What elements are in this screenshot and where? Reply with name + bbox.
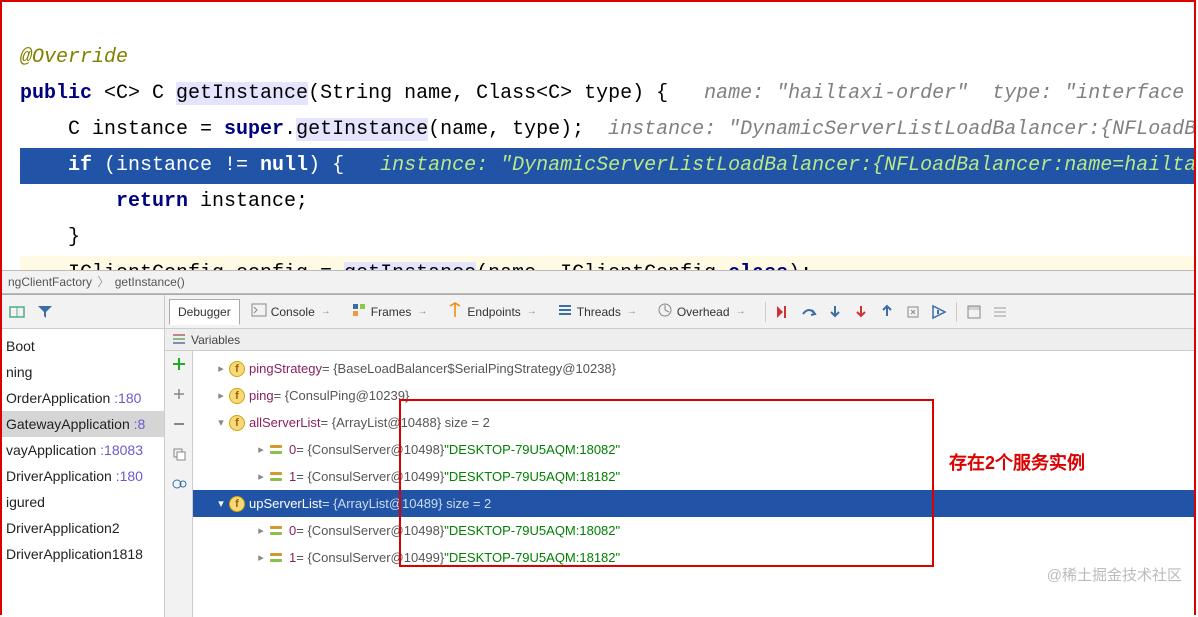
collapse-arrow-icon[interactable]: ▾ — [213, 415, 229, 431]
tab-threads[interactable]: Threads→ — [548, 299, 646, 325]
expand-arrow-icon[interactable]: ▸ — [253, 523, 269, 539]
show-execution-icon[interactable] — [774, 303, 792, 321]
variables-tree[interactable]: ▸ f pingStrategy = {BaseLoadBalancer$Ser… — [193, 351, 1194, 617]
frame-item[interactable]: DriverApplication2 — [2, 515, 164, 541]
watermark: @稀土掘金技术社区 — [1047, 564, 1182, 585]
frame-item[interactable]: igured — [2, 489, 164, 515]
tab-debugger[interactable]: Debugger — [169, 299, 240, 325]
debug-toolbar — [765, 302, 1009, 322]
variable-row[interactable]: ▾ f allServerList = {ArrayList@10488} si… — [193, 409, 1194, 436]
endpoints-icon — [447, 302, 463, 321]
tab-endpoints[interactable]: Endpoints→ — [438, 299, 545, 325]
evaluate-icon[interactable] — [965, 303, 983, 321]
debug-tabs: Debugger Console→ Frames→ Endpoints→ Thr… — [165, 295, 1194, 329]
frame-item[interactable]: Boot — [2, 333, 164, 359]
frames-toolbar — [2, 295, 164, 329]
new-watch-icon[interactable] — [170, 385, 188, 403]
console-icon — [251, 302, 267, 321]
collapse-arrow-icon[interactable]: ▾ — [213, 496, 229, 512]
breadcrumb-item[interactable]: ngClientFactory — [8, 275, 92, 289]
pin-icon: → — [321, 306, 331, 317]
pin-icon: → — [527, 306, 537, 317]
add-watch-icon[interactable] — [170, 355, 188, 373]
variable-row[interactable]: ▸ f ping = {ConsulPing@10239} — [193, 382, 1194, 409]
trace-icon[interactable] — [991, 303, 1009, 321]
pin-icon: → — [627, 306, 637, 317]
element-icon — [269, 551, 285, 565]
element-icon — [269, 443, 285, 457]
force-step-into-icon[interactable] — [852, 303, 870, 321]
variable-row[interactable]: ▸ 0 = {ConsulServer@10498} "DESKTOP-79U5… — [193, 517, 1194, 544]
debug-panel: Boot ning OrderApplication :180 GatewayA… — [2, 294, 1194, 617]
frames-pane: Boot ning OrderApplication :180 GatewayA… — [2, 295, 165, 617]
expand-arrow-icon[interactable]: ▸ — [253, 469, 269, 485]
frames-list[interactable]: Boot ning OrderApplication :180 GatewayA… — [2, 329, 164, 571]
layout-icon[interactable] — [8, 303, 26, 321]
frame-item[interactable]: OrderApplication :180 — [2, 385, 164, 411]
debug-current-line: if (instance != null) { instance: "Dynam… — [20, 148, 1194, 184]
variables-header: Variables — [165, 329, 1194, 351]
frame-item[interactable]: vayApplication :18083 — [2, 437, 164, 463]
annotation-override: @Override — [20, 46, 128, 69]
field-icon: f — [229, 361, 245, 377]
overhead-icon — [657, 302, 673, 321]
frames-icon — [351, 302, 367, 321]
expand-arrow-icon[interactable]: ▸ — [213, 361, 229, 377]
variable-icon — [171, 330, 187, 349]
variable-row[interactable]: ▸ f pingStrategy = {BaseLoadBalancer$Ser… — [193, 355, 1194, 382]
element-icon — [269, 470, 285, 484]
field-icon: f — [229, 415, 245, 431]
field-icon: f — [229, 496, 245, 512]
tab-overhead[interactable]: Overhead→ — [648, 299, 755, 325]
expand-arrow-icon[interactable]: ▸ — [253, 550, 269, 566]
separator — [956, 302, 957, 322]
annotation-label: 存在2个服务实例 — [949, 449, 1085, 475]
expand-arrow-icon[interactable]: ▸ — [213, 388, 229, 404]
breadcrumb-item[interactable]: getInstance() — [115, 275, 185, 289]
drop-frame-icon[interactable] — [904, 303, 922, 321]
frame-item[interactable]: DriverApplication :180 — [2, 463, 164, 489]
tab-console[interactable]: Console→ — [242, 299, 340, 325]
step-into-icon[interactable] — [826, 303, 844, 321]
step-over-icon[interactable] — [800, 303, 818, 321]
frame-item[interactable]: ning — [2, 359, 164, 385]
variables-body: ▸ f pingStrategy = {BaseLoadBalancer$Ser… — [165, 351, 1194, 617]
step-out-icon[interactable] — [878, 303, 896, 321]
outer-red-frame: @Override public <C> C getInstance(Strin… — [0, 0, 1196, 615]
copy-icon[interactable] — [170, 445, 188, 463]
tab-frames[interactable]: Frames→ — [342, 299, 437, 325]
element-icon — [269, 524, 285, 538]
filter-icon[interactable] — [36, 303, 54, 321]
pin-icon: → — [736, 306, 746, 317]
remove-watch-icon[interactable] — [170, 415, 188, 433]
chevron-right-icon: 〉 — [97, 275, 109, 289]
breadcrumb[interactable]: ngClientFactory 〉 getInstance() — [2, 270, 1194, 294]
field-icon: f — [229, 388, 245, 404]
variables-gutter — [165, 351, 193, 617]
debug-right-pane: Debugger Console→ Frames→ Endpoints→ Thr… — [165, 295, 1194, 617]
frame-item[interactable]: DriverApplication1818 — [2, 541, 164, 567]
threads-icon — [557, 302, 573, 321]
run-to-cursor-icon[interactable] — [930, 303, 948, 321]
watches-icon[interactable] — [170, 475, 188, 493]
variable-row[interactable]: ▸ 1 = {ConsulServer@10499} "DESKTOP-79U5… — [193, 544, 1194, 571]
pin-icon: → — [417, 306, 427, 317]
frame-item-selected[interactable]: GatewayApplication :8 — [2, 411, 164, 437]
expand-arrow-icon[interactable]: ▸ — [253, 442, 269, 458]
highlighted-line: IClientConfig config = getInstance(name,… — [20, 256, 1194, 270]
variable-row-selected[interactable]: ▾ f upServerList = {ArrayList@10489} siz… — [193, 490, 1194, 517]
code-editor[interactable]: @Override public <C> C getInstance(Strin… — [2, 2, 1194, 270]
